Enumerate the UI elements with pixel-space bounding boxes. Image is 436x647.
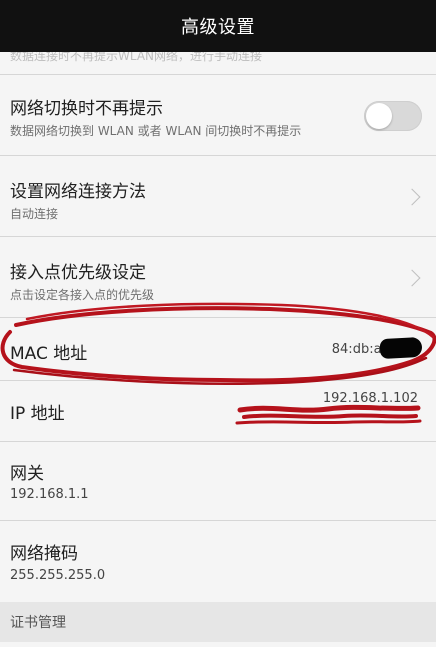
chevron-right-icon <box>403 269 421 287</box>
access-point-priority-title: 接入点优先级设定 <box>10 263 146 283</box>
ip-address-title: IP 地址 <box>10 404 65 424</box>
connection-method-row[interactable]: 设置网络连接方法 自动连接 <box>0 156 436 236</box>
subnet-mask-title: 网络掩码 <box>10 544 78 564</box>
redaction-scribble <box>235 404 422 425</box>
mac-address-title: MAC 地址 <box>10 344 88 364</box>
subnet-mask-value: 255.255.255.0 <box>10 568 106 583</box>
access-point-priority-subtitle: 点击设定各接入点的优先级 <box>10 288 155 302</box>
mac-address-row: MAC 地址 84:db:ac:09: <box>0 318 436 380</box>
connection-method-subtitle: 自动连接 <box>10 207 59 221</box>
advanced-wifi-settings-screen: 高级设置 数据连接时不再提示WLAN网络，进行手动连接 网络切换时不再提示 数据… <box>0 0 436 647</box>
gateway-title: 网关 <box>10 464 44 484</box>
wifi-switch-prompt-title: 网络切换时不再提示 <box>10 99 163 119</box>
certificate-management-title: 证书管理 <box>10 615 66 631</box>
wifi-switch-prompt-subtitle: 数据网络切换到 WLAN 或者 WLAN 间切换时不再提示 <box>10 124 302 138</box>
wifi-switch-prompt-toggle[interactable] <box>364 101 422 131</box>
page-title: 高级设置 <box>181 17 255 38</box>
chevron-right-icon <box>403 188 421 206</box>
connection-method-title: 设置网络连接方法 <box>10 182 146 202</box>
app-header: 高级设置 <box>0 0 436 52</box>
gateway-value: 192.168.1.1 <box>10 487 89 502</box>
gateway-row: 网关 192.168.1.1 <box>0 442 436 520</box>
access-point-priority-row[interactable]: 接入点优先级设定 点击设定各接入点的优先级 <box>0 237 436 317</box>
subnet-mask-row: 网络掩码 255.255.255.0 <box>0 521 436 602</box>
toggle-knob-icon <box>366 103 392 129</box>
redaction-mark <box>379 336 423 360</box>
